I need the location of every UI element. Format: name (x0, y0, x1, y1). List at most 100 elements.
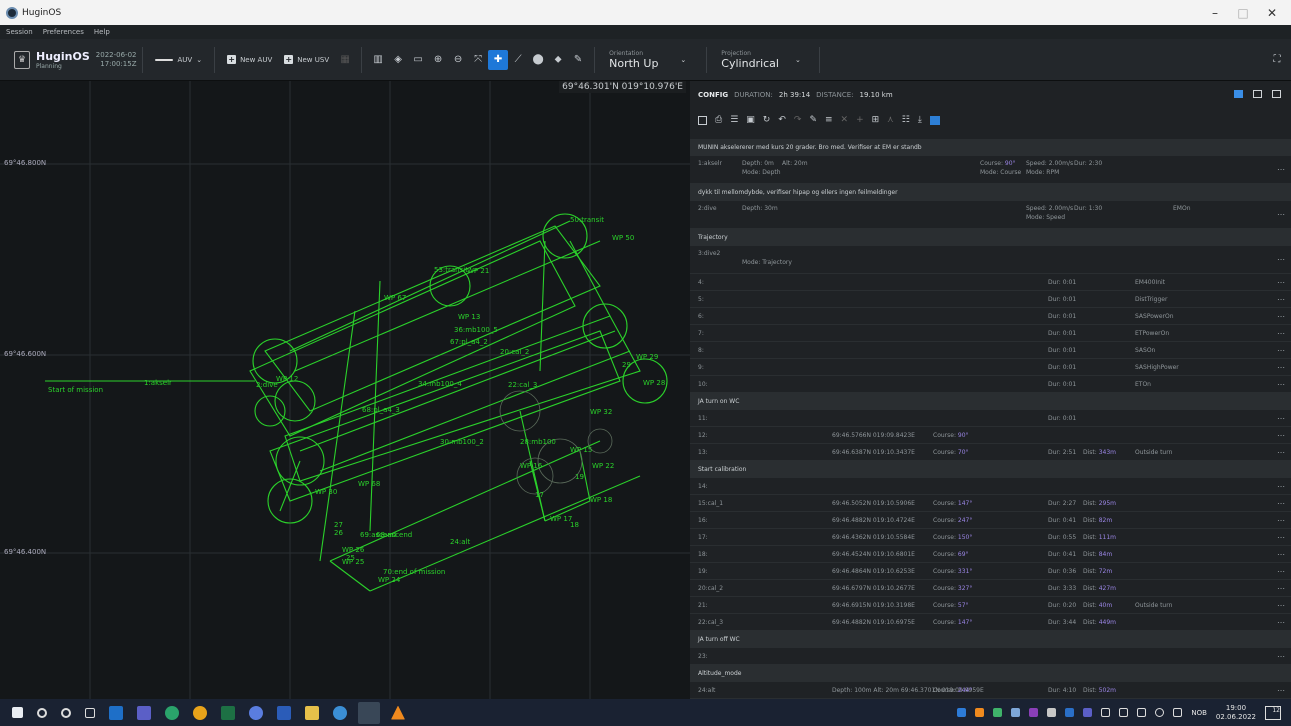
list-icon[interactable]: ≡ (825, 115, 833, 125)
waypoint-label[interactable]: WP 68 (358, 480, 380, 488)
browser-icon[interactable] (165, 705, 179, 720)
teams-icon[interactable] (137, 705, 151, 720)
waypoint-label[interactable]: WP 67 (384, 294, 406, 302)
waypoint-label[interactable]: 24:alt (450, 538, 470, 546)
mission-step-row[interactable]: 5: Dur: 0:01 DistTrigger ⋯ (690, 291, 1291, 308)
waypoint-label[interactable]: 34:mb100_4 (418, 380, 462, 388)
waypoint-label[interactable]: WP 18 (590, 496, 612, 504)
waypoint-label[interactable]: WP 16 (520, 462, 542, 470)
group-header[interactable]: Altitude_mode (690, 665, 1291, 682)
mission-step-row[interactable]: 20:cal_2 69:46.6797N 019:10.2677E Course: … (690, 580, 1291, 597)
more-options-icon[interactable]: ⋯ (1277, 499, 1285, 508)
more-options-icon[interactable]: ⋯ (1277, 550, 1285, 559)
projection-select[interactable]: Projection Cylindrical ⌄ (713, 39, 813, 81)
more-options-icon[interactable]: ⋯ (1277, 295, 1285, 304)
list-settings-icon[interactable]: ☰ (730, 115, 738, 125)
close-button[interactable]: ✕ (1256, 0, 1288, 25)
search-app-icon[interactable] (333, 705, 347, 720)
edit-icon[interactable]: ✎ (809, 115, 817, 125)
fullscreen-icon[interactable]: ⛶ (1267, 50, 1287, 70)
group-header[interactable]: JA turn off WC (690, 631, 1291, 648)
waypoint-label[interactable]: 1:akselr (144, 379, 172, 387)
more-options-icon[interactable]: ⋯ (1277, 312, 1285, 321)
tray-app-icon[interactable] (993, 708, 1003, 717)
app-icon[interactable] (249, 705, 263, 720)
map-layout-icon[interactable] (1272, 90, 1281, 98)
more-options-icon[interactable]: ⋯ (1277, 652, 1285, 661)
waypoint-label[interactable]: WP 28 (643, 379, 665, 387)
waypoint-label[interactable]: 17 (535, 491, 544, 499)
explorer-icon[interactable] (305, 705, 319, 720)
map-canvas[interactable] (0, 81, 690, 699)
waypoint-label[interactable]: WP 22 (592, 462, 614, 470)
group-header[interactable]: JA turn on WC (690, 393, 1291, 410)
branch-icon[interactable]: ⋏ (887, 115, 894, 125)
waypoint-label[interactable]: WP 26 (342, 546, 364, 554)
group-header[interactable]: dykk til mellomdybde, verifiser hipap og… (690, 184, 1291, 201)
maximize-button[interactable]: □ (1227, 0, 1259, 25)
new-usv-button[interactable]: + New USV (278, 55, 335, 64)
more-options-icon[interactable]: ⋯ (1277, 601, 1285, 610)
waypoint-label[interactable]: WP 50 (612, 234, 634, 242)
teams-tray-icon[interactable] (1083, 708, 1093, 717)
more-options-icon[interactable]: ⋯ (1277, 584, 1285, 593)
waypoint-label[interactable]: WP 24 (378, 576, 400, 584)
waypoint-label[interactable]: WP 15 (570, 446, 592, 454)
mission-step-row[interactable]: 12: 69:46.5766N 019:09.8423E Course: 90° ⋯ (690, 427, 1291, 444)
mission-step-row[interactable]: 21: 69:46.6915N 019:10.3198E Course: 57° Du… (690, 597, 1291, 614)
bluetooth-icon[interactable] (957, 708, 967, 717)
language-indicator[interactable]: NOB (1191, 709, 1207, 717)
waypoint-label[interactable]: 25 (346, 554, 355, 562)
vlc-tray-icon[interactable] (975, 708, 985, 717)
waypoint-label[interactable]: WP 17 (550, 515, 572, 523)
more-options-icon[interactable]: ⋯ (1277, 210, 1285, 219)
more-options-icon[interactable]: ⋯ (1277, 567, 1285, 576)
mission-step-row[interactable]: 7: Dur: 0:01 ETPowerOn ⋯ (690, 325, 1291, 342)
start-of-mission-label[interactable]: Start of mission (48, 386, 103, 394)
menu-preferences[interactable]: Preferences (43, 28, 84, 36)
new-auv-button[interactable]: + New AUV (221, 55, 278, 64)
mission-step-row[interactable]: 24:alt Depth: 100m Alt: 20m 69:46.3701N 0… (690, 682, 1291, 699)
waypoint-label[interactable]: 67:pl_a4_2 (450, 338, 488, 346)
fit-icon[interactable]: ⤧ (468, 50, 488, 70)
more-options-icon[interactable]: ⋯ (1277, 278, 1285, 287)
book-icon[interactable] (929, 115, 940, 125)
mission-step-row[interactable]: 19: 69:46.4864N 019:10.6253E Course: 331° D… (690, 563, 1291, 580)
more-options-icon[interactable]: ⋯ (1277, 363, 1285, 372)
pin-icon[interactable]: ⬤ (528, 50, 548, 70)
select-all-icon[interactable] (698, 115, 707, 125)
more-options-icon[interactable]: ⋯ (1277, 448, 1285, 457)
crosshair-icon[interactable]: ✚ (488, 49, 509, 70)
pen-tray-icon[interactable] (1173, 708, 1183, 717)
onenote-icon[interactable] (1029, 708, 1039, 717)
group-header[interactable]: Start calibration (690, 461, 1291, 478)
mission-step-row[interactable]: 10: Dur: 0:01 ETOn ⋯ (690, 376, 1291, 393)
mission-step-row[interactable]: 18: 69:46.4524N 019:10.6801E Course: 69° Du… (690, 546, 1291, 563)
insert-icon[interactable]: ⊞ (872, 115, 880, 125)
mission-step-row[interactable]: 16: 69:46.4882N 019:10.4724E Course: 247° D… (690, 512, 1291, 529)
mission-step-row[interactable]: 4: Dur: 0:01 EM400Init ⋯ (690, 274, 1291, 291)
mission-step-row[interactable]: 9: Dur: 0:01 SASHighPower ⋯ (690, 359, 1291, 376)
redo-icon[interactable]: ↷ (794, 115, 802, 125)
orientation-select[interactable]: Orientation North Up ⌄ (601, 39, 700, 81)
huginos-icon[interactable] (358, 701, 380, 724)
more-options-icon[interactable]: ⋯ (1277, 165, 1285, 174)
mission-step-row[interactable]: 1:akselr Depth: 0m Mode: Depth Alt: 20m Cour… (690, 156, 1291, 184)
group-header[interactable]: MUNIN akselererer med kurs 20 grader. Br… (690, 139, 1291, 156)
word-icon[interactable] (277, 705, 291, 720)
task-view-icon[interactable] (85, 707, 95, 718)
waypoint-label[interactable]: 30:mb100_2 (440, 438, 484, 446)
panel-layout-icon[interactable] (1253, 90, 1262, 98)
monitor-icon[interactable] (1137, 708, 1147, 717)
zoom-out-icon[interactable]: ⊖ (448, 50, 468, 70)
split-layout-icon[interactable] (1234, 90, 1243, 98)
add-icon[interactable]: + (856, 115, 864, 125)
mission-step-row[interactable]: 6: Dur: 0:01 SASPowerOn ⋯ (690, 308, 1291, 325)
waypoint-label[interactable]: 26 (334, 529, 343, 537)
pen-icon[interactable]: ✎ (568, 50, 588, 70)
waypoint-label[interactable]: 68:pl_a4_3 (362, 406, 400, 414)
delete-icon[interactable]: ✕ (841, 115, 849, 125)
waypoint-label[interactable]: WP 30 (315, 488, 337, 496)
save-icon[interactable]: ▣ (746, 115, 755, 125)
group-header[interactable]: Trajectory (690, 229, 1291, 246)
